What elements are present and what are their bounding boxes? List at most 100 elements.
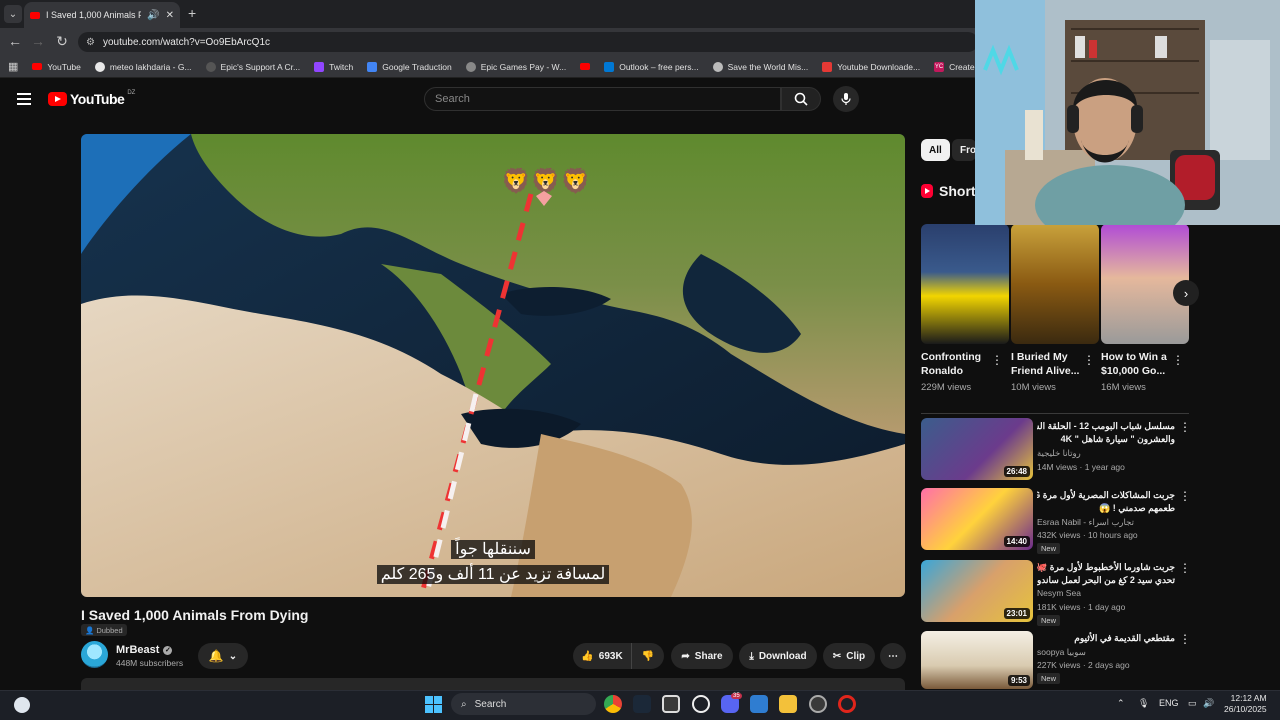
download-button[interactable]: ⤓ Download: [739, 643, 817, 669]
related-title-3[interactable]: جربت شاورما الأخطبوط لأول مرة 🐙: [1037, 561, 1175, 573]
related-meta-1: 14M views · 1 year ago: [1037, 462, 1125, 472]
reload-icon[interactable]: ↻: [54, 33, 70, 50]
related-4-more-icon[interactable]: ⋮: [1179, 633, 1191, 645]
shorts-next-button[interactable]: ›: [1173, 280, 1199, 306]
url-bar[interactable]: ⚙ youtube.com/watch?v=Oo9EbArcQ1c: [78, 32, 978, 52]
bookmark-youtube[interactable]: YouTube: [32, 62, 81, 72]
chatgpt-app-icon[interactable]: [692, 695, 710, 713]
video-player[interactable]: 🦁🦁🦁 سننقلها جواً لمسافة تزيد عن 11 ألف و…: [81, 134, 905, 597]
youtube-play-icon: [48, 92, 67, 106]
search-button[interactable]: [781, 87, 821, 111]
bookmark-youtube-2[interactable]: [580, 63, 591, 70]
short-title-1[interactable]: Confronting Ronaldo: [921, 350, 995, 378]
short-thumbnail-1[interactable]: [921, 224, 1009, 344]
new-tab-icon[interactable]: +: [188, 5, 196, 21]
channel-name[interactable]: MrBeast ✓: [116, 644, 173, 656]
related-title-1[interactable]: مسلسل شباب البومب 12 - الحلقة السابعة: [1037, 420, 1175, 432]
file-explorer-icon[interactable]: [779, 695, 797, 713]
like-button[interactable]: 👍 693K: [573, 643, 631, 669]
capture-app-icon[interactable]: [662, 695, 680, 713]
youtube-logo[interactable]: YouTube DZ: [48, 90, 135, 107]
related-title-4[interactable]: مقتطعي القديمة في الأثيوم: [1037, 632, 1175, 644]
bookmark-meteo[interactable]: meteo lakhdaria - G...: [94, 61, 192, 72]
short-thumbnail-2[interactable]: [1011, 224, 1099, 344]
related-title-2-line2[interactable]: طعمهم صدمني ! 😱: [1037, 502, 1175, 514]
chip-all[interactable]: All: [921, 139, 950, 161]
voice-search-button[interactable]: [833, 86, 859, 112]
related-title-3-line2[interactable]: تحدي سيد 2 كغ من البحر لعمل ساندويتش ...: [1037, 574, 1175, 586]
short-title-2[interactable]: I Buried My Friend Alive...: [1011, 350, 1085, 378]
new-badge: New: [1037, 673, 1061, 684]
steam-app-icon[interactable]: [633, 695, 651, 713]
video-frame-map: 🦁🦁🦁: [81, 134, 905, 597]
photos-app-icon[interactable]: [750, 695, 768, 713]
related-3-more-icon[interactable]: ⋮: [1179, 562, 1191, 574]
browser-tab-active[interactable]: I Saved 1,000 Animals From 🔊 ✕: [24, 2, 180, 28]
forward-arrow-icon[interactable]: →: [30, 33, 46, 49]
dislike-button[interactable]: 👎: [631, 643, 664, 669]
bookmark-twitch[interactable]: Twitch: [314, 61, 353, 72]
related-channel-2[interactable]: Esraa Nabil - تجارب اسراء: [1037, 517, 1134, 528]
youtube-favicon-icon: [30, 11, 40, 19]
related-2-more-icon[interactable]: ⋮: [1179, 490, 1191, 502]
bookmark-google-traduction[interactable]: Google Traduction: [367, 61, 452, 72]
windows-start-icon[interactable]: [425, 696, 442, 713]
bookmark-save-the-world[interactable]: Save the World Mis...: [712, 61, 808, 72]
chevron-down-icon: ⌄: [228, 650, 238, 662]
download-icon: [822, 61, 833, 72]
bookmark-epic-support[interactable]: Epic's Support A Cr...: [205, 61, 300, 72]
new-badge: New: [1037, 543, 1061, 554]
related-channel-1[interactable]: روتانا خليجية: [1037, 448, 1097, 459]
related-thumbnail-3[interactable]: 23:01: [921, 560, 1033, 622]
chip-from[interactable]: Fro: [952, 139, 976, 161]
bookmark-outlook[interactable]: Outlook – free pers...: [604, 61, 699, 72]
related-thumbnail-2[interactable]: 14:40: [921, 488, 1033, 550]
channel-avatar[interactable]: [81, 641, 108, 668]
notification-count-badge: 35: [731, 693, 742, 699]
related-channel-3[interactable]: Nesym Sea: [1037, 588, 1081, 598]
related-meta-4: 227K views · 2 days ago: [1037, 660, 1130, 670]
notification-bell-button[interactable]: 🔔 ⌄: [198, 643, 248, 669]
related-thumbnail-4[interactable]: 9:53: [921, 631, 1033, 689]
app-icon-circle[interactable]: [809, 695, 827, 713]
site-info-icon[interactable]: ⚙: [86, 37, 95, 48]
close-tab-icon[interactable]: ✕: [166, 10, 174, 21]
chrome-app-icon[interactable]: [604, 695, 622, 713]
apps-grid-icon[interactable]: ▦: [8, 60, 18, 73]
fortnite-icon: [712, 61, 723, 72]
back-arrow-icon[interactable]: ←: [7, 33, 23, 49]
tray-chevron-up-icon[interactable]: ⌃: [1117, 698, 1125, 709]
more-horizontal-icon: ⋯: [888, 650, 898, 662]
network-icon[interactable]: ▭: [1188, 698, 1197, 709]
tab-search-dropdown-icon[interactable]: ⌄: [4, 5, 22, 23]
bookmark-youtube-downloader[interactable]: Youtube Downloade...: [822, 61, 920, 72]
related-1-more-icon[interactable]: ⋮: [1179, 421, 1191, 433]
search-input[interactable]: Search: [424, 87, 781, 111]
bookmark-epic-pay[interactable]: Epic Games Pay - W...: [465, 61, 566, 72]
duration-badge: 14:40: [1003, 536, 1030, 547]
volume-icon[interactable]: 🔊: [1203, 698, 1214, 709]
more-actions-button[interactable]: ⋯: [880, 643, 906, 669]
speaker-icon[interactable]: 🔊: [147, 10, 159, 21]
microphone-tray-icon[interactable]: 🎙: [1138, 698, 1149, 709]
short-2-more-icon[interactable]: ⋮: [1083, 354, 1095, 366]
svg-text:🦁🦁🦁: 🦁🦁🦁: [501, 167, 591, 195]
related-title-2[interactable]: جربت المشاكلات المصرية لأول مرة EG: [1037, 489, 1175, 501]
url-text: youtube.com/watch?v=Oo9EbArcQ1c: [102, 36, 270, 48]
related-title-1-line2[interactable]: والعشرون " سيارة شاهل " 4K: [1037, 433, 1175, 445]
clip-button[interactable]: ✂ Clip: [823, 643, 875, 669]
related-channel-4[interactable]: soopya سوبيا: [1037, 647, 1086, 658]
taskbar-search[interactable]: ⌕ Search: [451, 693, 596, 715]
share-button[interactable]: ➦ Share: [671, 643, 733, 669]
menu-hamburger-icon[interactable]: [17, 93, 31, 105]
short-title-3[interactable]: How to Win a $10,000 Go...: [1101, 350, 1175, 378]
opera-gx-app-icon[interactable]: [838, 695, 856, 713]
weather-widget-icon[interactable]: [14, 697, 30, 713]
language-indicator[interactable]: ENG: [1159, 698, 1179, 708]
short-3-more-icon[interactable]: ⋮: [1172, 354, 1184, 366]
description-box[interactable]: [81, 678, 905, 690]
short-1-more-icon[interactable]: ⋮: [991, 354, 1003, 366]
epic-icon: [205, 61, 216, 72]
system-clock[interactable]: 12:12 AM 26/10/2025: [1224, 693, 1267, 715]
related-thumbnail-1[interactable]: 26:48: [921, 418, 1033, 480]
